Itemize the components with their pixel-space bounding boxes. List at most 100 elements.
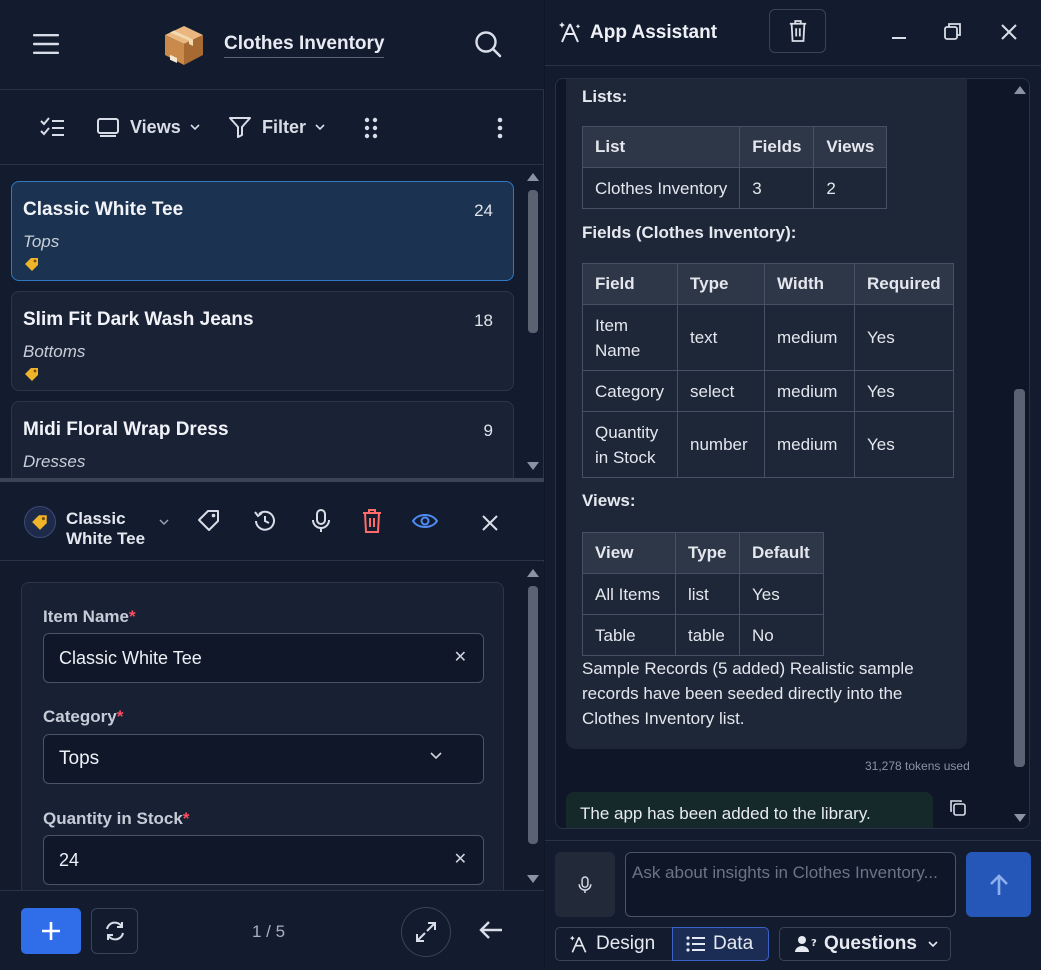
- arrow-up-icon: [989, 873, 1008, 895]
- scroll-down-icon[interactable]: [526, 461, 540, 471]
- current-record-name[interactable]: Classic White Tee: [66, 509, 152, 549]
- scroll-down-icon[interactable]: [526, 874, 540, 884]
- quantity-field[interactable]: 24 ✕: [43, 835, 484, 885]
- history-icon[interactable]: [252, 508, 278, 534]
- scroll-down-icon[interactable]: [1013, 813, 1027, 823]
- record-form: Item Name* Classic White Tee ✕ Category*…: [0, 562, 544, 890]
- table-cell: Yes: [854, 370, 954, 412]
- chat-input[interactable]: Ask about insights in Clothes Inventory.…: [625, 852, 956, 917]
- minimize-icon[interactable]: [891, 36, 907, 40]
- list-item[interactable]: Classic White Tee 24 Tops: [11, 181, 514, 281]
- tag-icon: [24, 257, 40, 271]
- chat-panel: Lists: List Fields Views Clothes Invento…: [555, 78, 1030, 829]
- clear-icon[interactable]: ✕: [454, 634, 467, 682]
- search-icon[interactable]: [468, 24, 508, 64]
- list-scrollbar[interactable]: [528, 190, 538, 333]
- record-title: Slim Fit Dark Wash Jeans: [23, 309, 254, 330]
- category-select[interactable]: Tops: [43, 734, 484, 784]
- tag-outline-icon[interactable]: [196, 508, 222, 534]
- questions-dropdown[interactable]: ? Questions: [779, 927, 951, 961]
- records-pane: Clothes Inventory Views Filter Classic W…: [0, 0, 544, 970]
- refresh-button[interactable]: [91, 908, 138, 954]
- table-row: Category select medium Yes: [582, 370, 954, 412]
- menu-icon[interactable]: [24, 22, 68, 66]
- scroll-up-icon[interactable]: [1013, 85, 1027, 95]
- table-header: Type: [675, 532, 740, 574]
- multi-select-icon[interactable]: [38, 116, 66, 140]
- design-icon: [569, 935, 587, 953]
- tab-data[interactable]: Data: [672, 927, 769, 961]
- fields-table: Field Type Width Required Item Name text…: [582, 263, 954, 478]
- table-cell: All Items: [582, 573, 676, 615]
- record-quantity: 18: [474, 311, 493, 330]
- assistant-header: App Assistant: [545, 0, 1041, 66]
- form-scrollbar[interactable]: [528, 586, 538, 844]
- chevron-down-icon: [190, 124, 200, 131]
- table-header: Views: [813, 126, 888, 168]
- voice-input-button[interactable]: [555, 852, 615, 917]
- list-icon: [686, 936, 705, 952]
- record-quantity: 24: [474, 201, 493, 220]
- scroll-up-icon[interactable]: [526, 172, 540, 182]
- table-cell: 3: [739, 167, 815, 209]
- sparkle-person-icon: [558, 20, 582, 44]
- eye-icon[interactable]: [412, 512, 438, 530]
- quantity-label: Quantity in Stock*: [43, 809, 190, 828]
- expand-icon: [416, 922, 436, 942]
- clear-chat-button[interactable]: [769, 9, 826, 53]
- table-row: Item Name text medium Yes: [582, 304, 954, 371]
- box-logo-icon: [162, 23, 206, 67]
- item-name-label: Item Name*: [43, 607, 136, 626]
- scroll-up-icon[interactable]: [526, 568, 540, 578]
- table-header: Default: [739, 532, 824, 574]
- chevron-down-icon[interactable]: [158, 518, 170, 526]
- more-options-icon[interactable]: [490, 115, 510, 141]
- close-icon[interactable]: [481, 514, 499, 532]
- app-header: Clothes Inventory: [0, 0, 544, 90]
- table-cell: No: [739, 614, 824, 656]
- copy-icon[interactable]: [949, 799, 967, 817]
- item-name-value: Classic White Tee: [59, 648, 202, 668]
- footer-bar: 1 / 5: [0, 890, 544, 970]
- table-header: Fields: [739, 126, 815, 168]
- drag-handle-icon[interactable]: [360, 115, 382, 141]
- table-header: Type: [677, 263, 765, 305]
- table-cell: Clothes Inventory: [581, 167, 741, 209]
- delete-icon[interactable]: [361, 508, 383, 534]
- restore-icon[interactable]: [944, 22, 962, 40]
- plus-icon: [42, 922, 60, 940]
- record-title: Classic White Tee: [23, 199, 184, 220]
- table-header: Field: [582, 263, 678, 305]
- sample-records-text: Sample Records (5 added) Realistic sampl…: [582, 659, 914, 728]
- microphone-icon[interactable]: [310, 508, 332, 534]
- send-button[interactable]: [966, 852, 1031, 917]
- user-question-icon: ?: [795, 936, 817, 952]
- form-card: Item Name* Classic White Tee ✕ Category*…: [21, 582, 504, 890]
- assistant-title: App Assistant: [590, 22, 718, 43]
- filter-icon: [229, 117, 251, 138]
- table-cell: Quantity in Stock: [582, 411, 678, 478]
- tab-design[interactable]: Design: [555, 927, 672, 961]
- category-value: Tops: [59, 748, 100, 769]
- table-cell: Table: [582, 614, 676, 656]
- clear-icon[interactable]: ✕: [454, 836, 467, 884]
- list-item[interactable]: Midi Floral Wrap Dress 9 Dresses: [11, 401, 514, 478]
- table-row: All Items list Yes: [582, 573, 824, 615]
- add-record-button[interactable]: [21, 908, 81, 954]
- table-row: Table table No: [582, 614, 824, 656]
- close-icon[interactable]: [1000, 23, 1018, 41]
- filter-dropdown[interactable]: Filter: [228, 115, 326, 139]
- item-name-field[interactable]: Classic White Tee ✕: [43, 633, 484, 683]
- table-cell: list: [675, 573, 740, 615]
- token-usage: 31,278 tokens used: [865, 759, 970, 773]
- table-cell: medium: [764, 304, 855, 371]
- expand-button[interactable]: [401, 907, 451, 957]
- tag-icon: [24, 506, 56, 538]
- table-row: Clothes Inventory 3 2: [581, 167, 888, 209]
- back-arrow-icon[interactable]: [478, 919, 504, 941]
- chat-scrollbar[interactable]: [1014, 389, 1025, 767]
- list-item[interactable]: Slim Fit Dark Wash Jeans 18 Bottoms: [11, 291, 514, 391]
- table-cell: select: [677, 370, 765, 412]
- views-dropdown[interactable]: Views: [96, 115, 201, 139]
- assistant-pane: App Assistant Lists: List Fields Views C…: [545, 0, 1041, 970]
